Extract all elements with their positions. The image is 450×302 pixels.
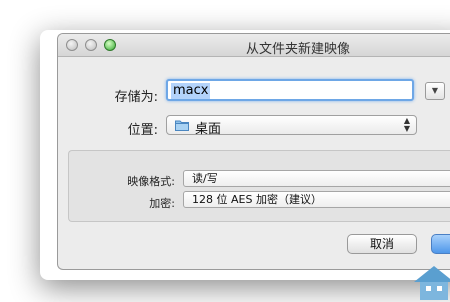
encryption-popup[interactable]: 128 位 AES 加密（建议） <box>183 191 450 208</box>
house-logo-icon <box>414 266 450 300</box>
chevron-down-icon: ▼ <box>431 86 439 95</box>
save-as-value: macx <box>171 83 211 99</box>
options-panel: 映像格式: 读/写 加密: 128 位 AES 加密（建议） <box>68 150 450 222</box>
expand-dialog-button[interactable]: ▼ <box>425 82 445 100</box>
new-image-dialog: 从文件夹新建映像 存储为: macx ▼ 位置: 桌面 ▲ ▼ 映像格式: 读/写… <box>57 33 450 270</box>
where-label: 位置: <box>127 123 158 138</box>
image-format-label: 映像格式: <box>127 175 175 188</box>
where-popup[interactable]: 桌面 ▲ ▼ <box>166 115 417 137</box>
cancel-button[interactable]: 取消 <box>347 234 417 254</box>
where-value: 桌面 <box>195 122 222 137</box>
window-title: 从文件夹新建映像 <box>245 42 350 57</box>
folder-icon <box>175 120 189 131</box>
save-button[interactable] <box>431 234 450 254</box>
encryption-label: 加密: <box>149 197 175 210</box>
title-bar: 从文件夹新建映像 <box>58 34 450 57</box>
updown-arrows-icon: ▲ ▼ <box>403 116 410 133</box>
save-as-label: 存储为: <box>114 90 158 105</box>
image-format-popup[interactable]: 读/写 <box>183 170 450 187</box>
save-as-input[interactable]: macx <box>166 79 414 101</box>
